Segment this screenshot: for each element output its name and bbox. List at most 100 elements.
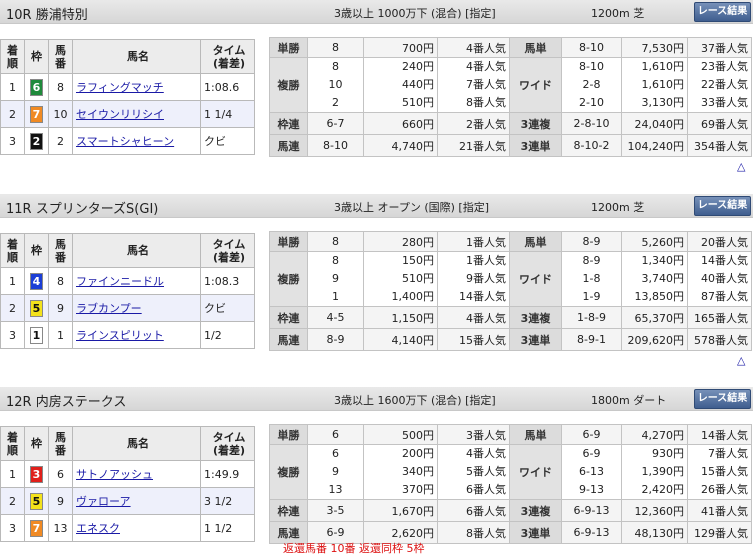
header-rank: 着 順 [0, 426, 25, 461]
payout-a-line: 240円 [402, 60, 434, 73]
finisher-row: 3 1 1 ラインスピリット 1/2 [0, 321, 255, 349]
header-time: タイム (着差) [200, 39, 255, 74]
horse-name-link[interactable]: エネスク [76, 522, 120, 535]
gate-cell: 5 [24, 294, 49, 322]
payout-a-line: 200円 [402, 447, 434, 460]
horse-name-cell: エネスク [72, 514, 201, 542]
horse-name-link[interactable]: スマートシャヒーン [76, 135, 174, 148]
bet-type-label: 馬単 [509, 37, 562, 58]
header-rank: 着 順 [0, 39, 25, 74]
scroll-top-icon[interactable]: △ [737, 160, 745, 173]
finish-rank: 1 [0, 73, 25, 101]
payout-popularity: 6番人気 [437, 499, 510, 522]
finisher-row: 1 3 6 サトノアッシュ 1:49.9 [0, 460, 255, 488]
gate-cell: 3 [24, 460, 49, 488]
header-name: 馬名 [72, 39, 201, 74]
payout-a-line: 510円 [402, 96, 434, 109]
payout-popularity: 1番人気 [437, 231, 510, 252]
finish-rank: 2 [0, 487, 25, 515]
bet-type-label: 枠連 [269, 499, 308, 522]
payout-c-line: 8-9 [582, 254, 601, 267]
payout-row: 枠連 6-7 660円 2番人気 3連複 2-8-10 24,040円 69番人気 [269, 112, 752, 135]
payout-p-line: 5番人気 [466, 465, 506, 478]
payout-p-line: 6番人気 [466, 483, 506, 496]
payout-p-line: 14番人気 [701, 254, 748, 267]
finish-rank: 3 [0, 127, 25, 155]
header-time: タイム (着差) [200, 426, 255, 461]
payout-table: 単勝 8 700円 4番人気 馬単 8-10 7,530円 37番人気 複勝 8 10 2 240円 44… [269, 37, 752, 157]
header-gate: 枠 [24, 426, 49, 461]
payout-row: 馬連 8-10 4,740円 21番人気 3連単 8-10-2 104,240円 354番人気 [269, 134, 752, 157]
payout-p-line: 87番人気 [701, 290, 748, 303]
payout-combo: 2-8-10 [561, 112, 622, 135]
horse-number: 8 [48, 267, 73, 295]
horse-name-link[interactable]: セイウンリリシイ [76, 108, 164, 121]
finish-time: クビ [200, 127, 255, 155]
race-distance: 1200m 芝 [591, 201, 645, 214]
race-title: 11R スプリンターズS(GI) [6, 202, 159, 217]
payout-c-line: 9 [332, 272, 339, 285]
payout-a-line: 13,850円 [634, 290, 685, 303]
finish-time: 1 1/2 [200, 514, 255, 542]
payout-p-line: 15番人気 [701, 465, 748, 478]
horse-name-link[interactable]: ラインスピリット [76, 329, 164, 342]
order-header-row: 着 順枠馬 番馬名 タイム (着差) [0, 39, 255, 74]
finish-time: 1:08.6 [200, 73, 255, 101]
payout-p-line: 33番人気 [701, 96, 748, 109]
race-result-button[interactable]: レース結果 [694, 389, 751, 409]
race-distance: 1200m 芝 [591, 7, 645, 20]
payout-combo: 8-10 [307, 134, 364, 157]
header-time: タイム (着差) [200, 233, 255, 268]
horse-name-link[interactable]: サトノアッシュ [76, 468, 153, 481]
horse-name-link[interactable]: ラブカンプー [76, 302, 142, 315]
bet-type-label: 3連単 [509, 521, 562, 544]
payout-popularity: 15番人気 [437, 328, 510, 351]
finish-time: 1:49.9 [200, 460, 255, 488]
finish-rank: 2 [0, 100, 25, 128]
horse-name-link[interactable]: ファインニードル [76, 275, 164, 288]
race-result-button[interactable]: レース結果 [694, 196, 751, 216]
payout-row: 枠連 3-5 1,670円 6番人気 3連複 6-9-13 12,360円 41番人気 [269, 499, 752, 522]
payout-p-line: 26番人気 [701, 483, 748, 496]
horse-name-link[interactable]: ヴァローア [76, 495, 131, 508]
payout-amount: 65,370円 [621, 306, 688, 329]
payout-c-line: 6-13 [579, 465, 604, 478]
payout-c-line: 2-8 [582, 78, 601, 91]
payout-combo: 6-9 [561, 424, 622, 445]
scroll-top-icon[interactable]: △ [737, 354, 745, 367]
race-result-button[interactable]: レース結果 [694, 2, 751, 22]
payout-amount: 4,270円 [621, 424, 688, 445]
horse-name-link[interactable]: ラフィングマッチ [76, 81, 164, 94]
race-header: 11R スプリンターズS(GI) 3歳以上 オープン (国際) [指定] 1200m… [0, 194, 753, 218]
payout-row: 枠連 4-5 1,150円 4番人気 3連複 1-8-9 65,370円 165番人気 [269, 306, 752, 329]
gate-cell: 7 [24, 514, 49, 542]
payout-c-line: 2 [332, 96, 339, 109]
payout-row: 単勝 6 500円 3番人気 馬単 6-9 4,270円 14番人気 [269, 424, 752, 445]
payout-popularity: 165番人気 [687, 306, 752, 329]
horse-number: 10 [48, 100, 73, 128]
horse-number: 1 [48, 321, 73, 349]
finish-time: 1 1/4 [200, 100, 255, 128]
payout-p-line: 4番人気 [466, 60, 506, 73]
header-num: 馬 番 [48, 233, 73, 268]
payout-p: 4番人気 7番人気 8番人気 [437, 57, 510, 113]
payout-combo: 6-9-13 [561, 521, 622, 544]
payout-amount: 1,150円 [363, 306, 438, 329]
payout-combo: 3-5 [307, 499, 364, 522]
payout-table: 単勝 6 500円 3番人気 馬単 6-9 4,270円 14番人気 複勝 6 9 13 200円 340… [269, 424, 752, 544]
finisher-row: 2 7 10 セイウンリリシイ 1 1/4 [0, 100, 255, 128]
payout-p: 7番人気 15番人気 26番人気 [687, 444, 752, 500]
gate-number-badge: 2 [30, 132, 43, 150]
payout-a-line: 1,340円 [641, 254, 685, 267]
payout-combo: 8 [307, 231, 364, 252]
payout-p-line: 22番人気 [701, 78, 748, 91]
payout-row: 馬連 8-9 4,140円 15番人気 3連単 8-9-1 209,620円 578番人気 [269, 328, 752, 351]
payout-popularity: 2番人気 [437, 112, 510, 135]
payout-p: 23番人気 22番人気 33番人気 [687, 57, 752, 113]
payout-c-line: 8-10 [579, 60, 604, 73]
payout-popularity: 4番人気 [437, 306, 510, 329]
payout-combo: 8 [307, 37, 364, 58]
payout-amount: 500円 [363, 424, 438, 445]
bet-type-label: ワイド [509, 251, 562, 307]
header-rank: 着 順 [0, 233, 25, 268]
